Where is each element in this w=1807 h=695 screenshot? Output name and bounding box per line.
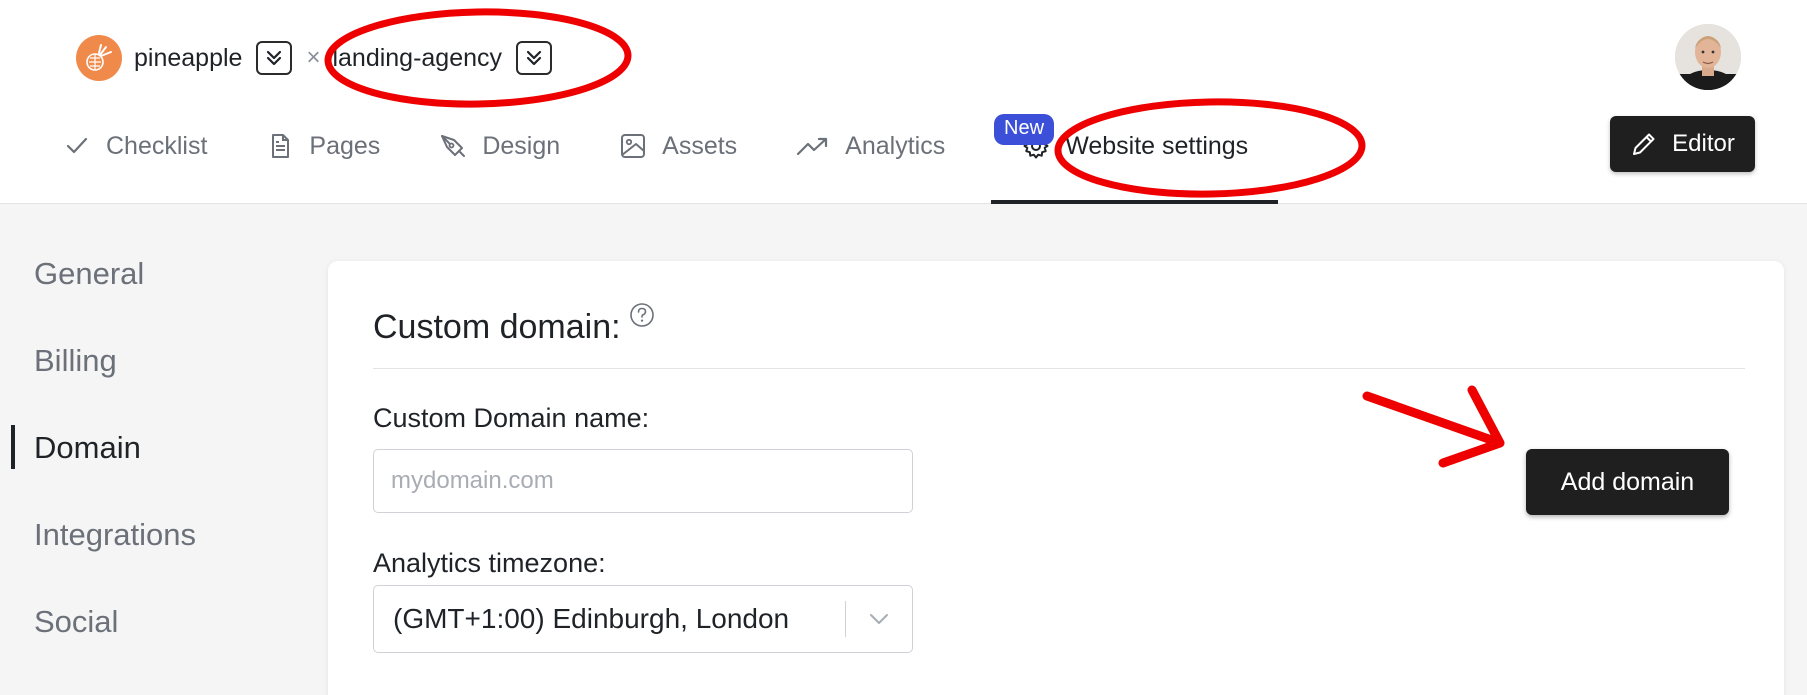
tab-label: Assets <box>662 132 738 160</box>
add-domain-button[interactable]: Add domain <box>1526 449 1729 515</box>
timezone-select[interactable]: (GMT+1:00) Edinburgh, London <box>373 585 913 653</box>
timezone-value: (GMT+1:00) Edinburgh, London <box>393 603 790 634</box>
project-breadcrumb: pineapple × landing-agency <box>76 34 553 82</box>
tab-label: Design <box>482 132 561 160</box>
app-root: pineapple × landing-agency Checklist Pag… <box>0 0 1807 695</box>
pen-tool-icon <box>441 135 466 157</box>
pencil-icon <box>1633 133 1655 155</box>
check-icon <box>66 137 88 154</box>
tab-checklist[interactable]: Checklist <box>50 118 219 204</box>
editor-button-label: Editor <box>1672 130 1735 157</box>
chevrons-down-icon <box>267 50 282 66</box>
analytics-new-badge: New <box>994 114 1055 145</box>
card-divider <box>373 368 1745 369</box>
breadcrumb-separator: × <box>306 44 321 71</box>
card-title-text: Custom domain: <box>373 308 621 346</box>
custom-domain-card: Custom domain: Custom Domain name: Analy… <box>328 261 1784 695</box>
editor-button[interactable]: Editor <box>1610 116 1755 172</box>
site-name[interactable]: landing-agency <box>332 44 502 73</box>
tab-analytics[interactable]: Analytics <box>783 118 957 204</box>
chevrons-down-icon <box>526 50 542 66</box>
project-name[interactable]: pineapple <box>134 44 242 73</box>
user-avatar[interactable] <box>1675 24 1741 90</box>
card-title: Custom domain: <box>373 303 655 347</box>
help-icon[interactable] <box>629 302 655 328</box>
tab-label: Pages <box>309 132 381 160</box>
domain-name-input[interactable] <box>373 449 913 513</box>
top-header: pineapple × landing-agency Checklist Pag… <box>0 0 1807 204</box>
timezone-label: Analytics timezone: <box>373 548 606 578</box>
main-tabs: Checklist Pages Design Assets Analytics … <box>50 118 1279 204</box>
tab-label: Checklist <box>106 132 208 160</box>
sidebar-item-domain[interactable]: Domain <box>0 404 300 491</box>
sidebar-item-general[interactable]: General <box>0 230 300 317</box>
image-icon <box>621 134 646 158</box>
pineapple-logo-icon <box>76 35 122 81</box>
chevron-down-icon[interactable] <box>846 612 912 626</box>
document-icon <box>272 134 290 158</box>
tab-label: Website settings <box>1065 132 1249 160</box>
tab-design[interactable]: Design <box>426 118 572 204</box>
domain-name-label: Custom Domain name: <box>373 403 650 433</box>
tab-assets[interactable]: Assets <box>606 118 749 204</box>
trend-up-icon <box>797 137 828 156</box>
tab-pages[interactable]: Pages <box>253 118 392 204</box>
sidebar-item-billing[interactable]: Billing <box>0 317 300 404</box>
settings-sidebar: General Billing Domain Integrations Soci… <box>0 230 300 665</box>
site-switcher-button[interactable] <box>516 41 553 75</box>
tab-label: Analytics <box>845 132 946 160</box>
sidebar-item-social[interactable]: Social <box>0 578 300 665</box>
project-switcher-button[interactable] <box>256 41 293 75</box>
sidebar-item-integrations[interactable]: Integrations <box>0 491 300 578</box>
